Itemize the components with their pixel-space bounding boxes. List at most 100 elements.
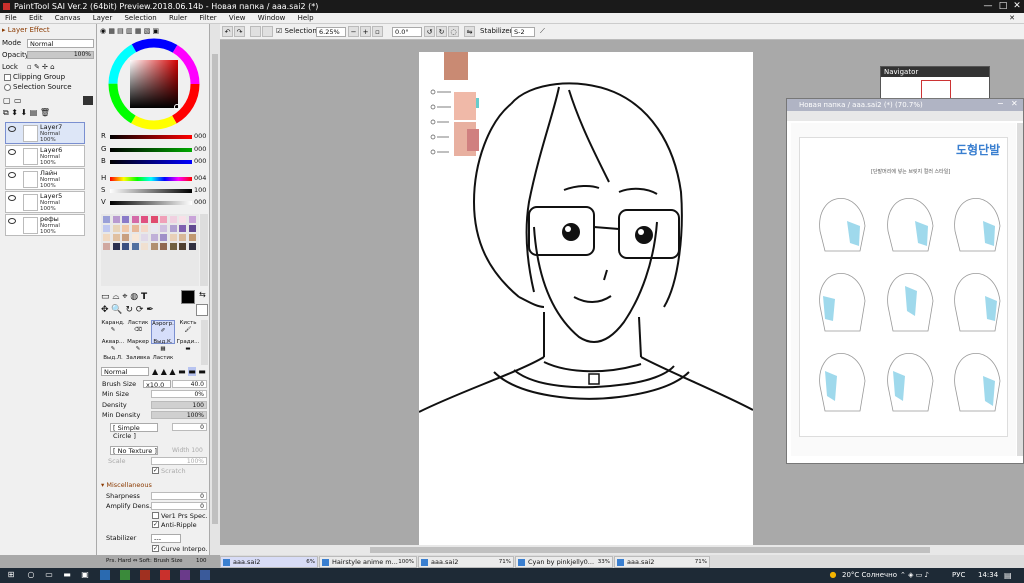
color-swatch[interactable] xyxy=(122,243,129,250)
app-icon-5[interactable] xyxy=(180,570,190,580)
menu-view[interactable]: View xyxy=(224,13,251,24)
v-slider[interactable] xyxy=(110,201,192,205)
new-layer-icon[interactable]: ▢ xyxy=(3,96,11,105)
zoom-in-icon[interactable]: + xyxy=(360,26,371,37)
color-swatch[interactable] xyxy=(131,216,139,223)
color-swatch[interactable] xyxy=(179,225,186,232)
menu-canvas[interactable]: Canvas xyxy=(50,13,86,24)
amplify-value[interactable]: 0 xyxy=(151,502,207,510)
g-value[interactable]: 000 xyxy=(194,145,206,153)
doc-tab[interactable]: Cyan by pinkjelly0... 33% xyxy=(515,556,613,568)
color-swatch[interactable] xyxy=(188,243,196,250)
swatch-palette[interactable] xyxy=(101,214,199,286)
task-view-icon[interactable]: ▭ xyxy=(44,570,54,580)
density-value[interactable]: 100 xyxy=(151,401,207,409)
swap-colors-icon[interactable]: ⇆ xyxy=(199,290,206,299)
menu-ruler[interactable]: Ruler xyxy=(164,13,192,24)
maximize-button[interactable]: □ xyxy=(996,0,1010,13)
color-swatch[interactable] xyxy=(131,234,139,241)
eye-icon[interactable] xyxy=(8,149,16,155)
color-swatch[interactable] xyxy=(150,234,158,241)
doc-tab[interactable]: aaa.sai2 6% xyxy=(220,556,318,568)
doc-tab[interactable]: Hairstyle anime m... 100% xyxy=(319,556,417,568)
color-swatch[interactable] xyxy=(169,234,177,241)
min-density-value[interactable]: 100% xyxy=(151,411,207,419)
redo-icon[interactable]: ↷ xyxy=(234,26,245,37)
app-icon-3[interactable] xyxy=(140,570,150,580)
color-swatch[interactable] xyxy=(122,225,129,232)
color-mode-tabs[interactable]: ◉ ▦ ▤ ▥ ▦ ▧ ▣ xyxy=(100,27,159,35)
zoom-select[interactable]: 6.25% xyxy=(316,27,346,37)
stabilizer-select[interactable]: --- xyxy=(151,534,181,543)
layer-menu-icon[interactable] xyxy=(83,96,93,105)
color-swatch[interactable] xyxy=(150,225,158,232)
menu-layer[interactable]: Layer xyxy=(88,13,118,24)
brush-scrollbar[interactable] xyxy=(201,320,208,365)
menu-selection[interactable]: Selection xyxy=(119,13,161,24)
brush-size-multiplier[interactable]: x10.0 xyxy=(143,380,171,389)
notifications-icon[interactable]: ▤ xyxy=(1004,570,1012,581)
invert-selection-icon[interactable] xyxy=(262,26,273,37)
h-value[interactable]: 004 xyxy=(194,174,206,182)
color-swatch[interactable] xyxy=(103,243,110,250)
color-swatch[interactable] xyxy=(188,216,196,223)
stabilizer-toolbar-select[interactable]: S-2 xyxy=(511,27,535,37)
primary-color-swatch[interactable] xyxy=(181,290,195,304)
color-swatch[interactable] xyxy=(131,225,139,232)
sai-taskbar-icon[interactable] xyxy=(160,570,170,580)
language-indicator[interactable]: РУС xyxy=(952,570,965,581)
brush-texture-select[interactable]: [ No Texture ] xyxy=(110,446,158,455)
reference-window-close-icon[interactable]: ✕ xyxy=(1011,99,1018,108)
color-swatch[interactable] xyxy=(150,216,158,223)
curve-interp-checkbox[interactable]: ✓ xyxy=(152,545,159,552)
mode-select[interactable]: Normal xyxy=(27,39,94,48)
color-swatch[interactable] xyxy=(112,243,120,250)
color-swatch[interactable] xyxy=(179,216,186,223)
color-swatch[interactable] xyxy=(141,216,148,223)
sharpness-value[interactable]: 0 xyxy=(151,492,207,500)
clock[interactable]: 14:34 xyxy=(978,570,998,581)
selection-source-radio[interactable] xyxy=(4,84,11,91)
brush-blend-mode[interactable]: Normal xyxy=(101,367,149,376)
menu-close-icon[interactable]: ✕ xyxy=(1004,13,1020,24)
clipping-group-checkbox[interactable] xyxy=(4,74,11,81)
misc-header[interactable]: ▾ Miscellaneous xyxy=(101,481,152,489)
selection-tool-icons[interactable]: ▭ ⌓ ⌖ ◍ T xyxy=(101,291,147,303)
lock-icons[interactable]: ▫ ✎ ✢ ⌂ xyxy=(27,63,55,71)
rotate-reset-icon[interactable]: ◌ xyxy=(448,26,459,37)
color-swatch[interactable] xyxy=(160,225,167,232)
color-swatch[interactable] xyxy=(112,225,120,232)
h-slider[interactable] xyxy=(110,177,192,181)
rotate-right-icon[interactable]: ↻ xyxy=(436,26,447,37)
color-swatch[interactable] xyxy=(103,234,110,241)
zoom-out-icon[interactable]: − xyxy=(348,26,359,37)
deselect-icon[interactable] xyxy=(250,26,261,37)
color-swatch[interactable] xyxy=(141,243,148,250)
min-size-value[interactable]: 0% xyxy=(151,390,207,398)
rotate-left-icon[interactable]: ↺ xyxy=(424,26,435,37)
navigator-viewport[interactable] xyxy=(921,80,951,100)
color-swatch[interactable] xyxy=(179,234,186,241)
menu-edit[interactable]: Edit xyxy=(24,13,48,24)
reference-window-min-icon[interactable]: − xyxy=(997,99,1004,108)
menu-file[interactable]: File xyxy=(0,13,22,24)
color-swatch[interactable] xyxy=(169,225,177,232)
s-slider[interactable] xyxy=(110,189,192,193)
doc-tab[interactable]: aaa.sai2 71% xyxy=(614,556,710,568)
layer-item[interactable]: Layer5 Normal 100% xyxy=(5,191,85,213)
menu-filter[interactable]: Filter xyxy=(194,13,221,24)
color-swatch[interactable] xyxy=(160,234,167,241)
eye-icon[interactable] xyxy=(8,172,16,178)
drawing-canvas[interactable] xyxy=(418,52,754,545)
selection-toggle[interactable]: ☑ Selection xyxy=(276,26,317,37)
brush-size-value[interactable]: 40.0 xyxy=(172,380,207,388)
start-icon[interactable]: ⊞ xyxy=(6,570,16,580)
reference-window[interactable]: Новая папка / aaa.sai2 (*) (70.7%) − ✕ 도… xyxy=(786,98,1024,464)
panel-scrollbar[interactable] xyxy=(210,24,220,555)
brush-gradient[interactable]: Гради... ▬ xyxy=(176,339,200,363)
layer-item[interactable]: рефы Normal 100% xyxy=(5,214,85,236)
color-swatch[interactable] xyxy=(103,225,110,232)
brush-shape-select[interactable]: [ Simple Circle ] xyxy=(110,423,158,440)
app-icon-6[interactable] xyxy=(200,570,210,580)
navigator-panel[interactable]: Navigator xyxy=(880,66,990,100)
